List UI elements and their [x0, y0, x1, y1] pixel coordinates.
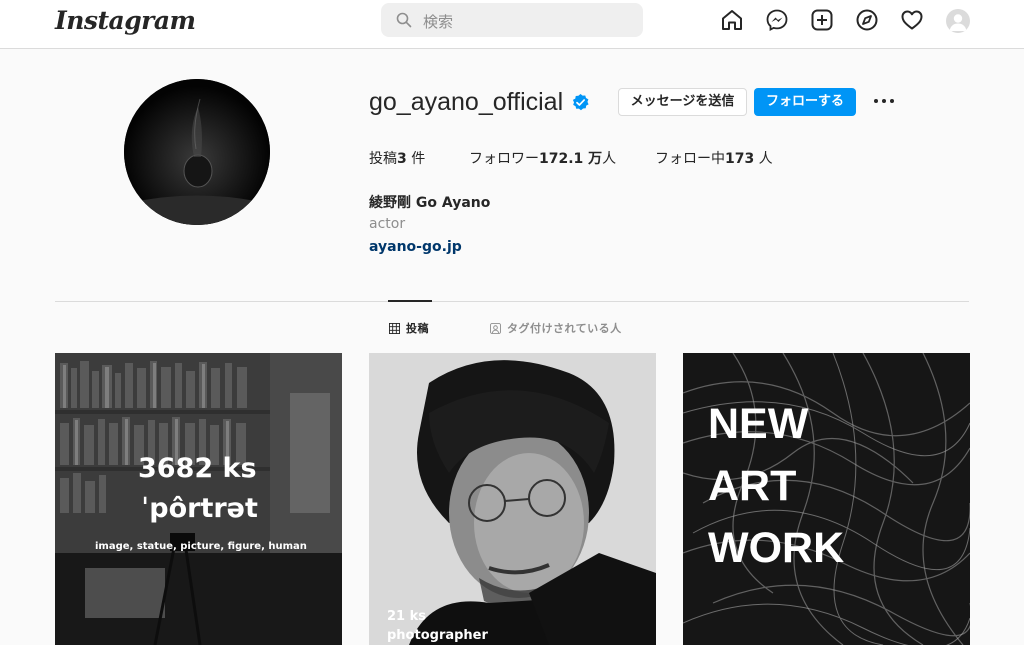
profile-username: go_ayano_official	[369, 88, 564, 116]
post-tile-photographer[interactable]: 21 ks photographer	[369, 353, 656, 645]
top-navigation-bar: Instagram 検索	[0, 0, 1024, 49]
profile-full-name: 綾野剛 Go Ayano	[369, 195, 491, 211]
send-message-button[interactable]: メッセージを送信	[618, 88, 747, 116]
tab-tagged[interactable]: タグ付けされている人	[490, 320, 622, 336]
tab-posts[interactable]: 投稿	[389, 320, 429, 336]
post-tile-headline-line: ART	[708, 462, 797, 510]
profile-picture[interactable]	[124, 79, 270, 225]
post-tile-portrait[interactable]: 3682 ks ˈpôrtrət image, statue, picture,…	[55, 353, 342, 645]
post-tile-word: ˈpôrtrət	[141, 493, 258, 524]
home-icon[interactable]	[720, 8, 746, 34]
post-tile-tags: image, statue, picture, figure, human	[95, 541, 307, 552]
verified-badge-icon	[572, 93, 589, 111]
post-tile-label: photographer	[387, 628, 488, 643]
profile-avatar-icon[interactable]	[946, 9, 970, 33]
profile-category: actor	[369, 216, 406, 232]
active-tab-indicator	[388, 300, 432, 302]
posts-count-stat: 投稿3 件	[369, 151, 426, 167]
new-post-icon[interactable]	[810, 8, 836, 34]
followers-count-stat[interactable]: フォロワー172.1 万人	[469, 148, 616, 168]
explore-icon[interactable]	[855, 8, 881, 34]
follow-button[interactable]: フォローする	[754, 88, 856, 116]
more-options-icon[interactable]	[872, 91, 896, 111]
tabs-divider	[55, 301, 969, 302]
post-tile-count: 3682 ks	[138, 453, 257, 484]
activity-heart-icon[interactable]	[900, 8, 926, 34]
nav-icons	[720, 8, 970, 34]
instagram-logo[interactable]: Instagram	[55, 6, 196, 35]
tagged-person-icon	[490, 323, 501, 334]
post-tile-headline: NEW ART WORK	[708, 393, 844, 579]
post-tile-new-art-work[interactable]: NEW ART WORK	[683, 353, 970, 645]
grid-icon	[389, 323, 400, 334]
post-tile-headline-line: NEW	[708, 400, 809, 448]
messenger-icon[interactable]	[765, 8, 791, 34]
search-icon	[396, 12, 412, 28]
search-placeholder: 検索	[423, 13, 454, 31]
profile-website-link[interactable]: ayano-go.jp	[369, 239, 462, 255]
post-tile-headline-line: WORK	[708, 524, 845, 572]
following-count-stat[interactable]: フォロー中173 人	[655, 148, 773, 168]
post-tile-count: 21 ks	[387, 609, 426, 624]
search-input[interactable]: 検索	[381, 3, 643, 37]
